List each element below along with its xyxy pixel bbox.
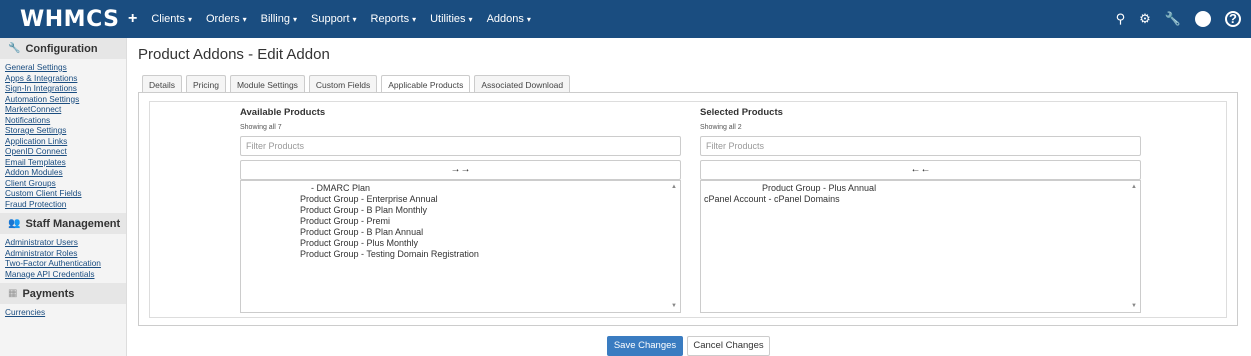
help-icon[interactable]: ?: [1225, 11, 1241, 27]
users-icon: 👥: [8, 218, 21, 229]
tab-panel: Available Products Showing all 7 Filter …: [138, 92, 1238, 326]
scroll-down-icon[interactable]: ▼: [671, 303, 677, 309]
sidebar-section-staff-management: 👥 Staff Management: [0, 213, 126, 234]
available-products-list[interactable]: - DMARC Plan Product Group - Enterprise …: [240, 180, 681, 313]
sidebar-section-payments: ▦ Payments: [0, 283, 126, 304]
nav-billing[interactable]: Billing ▾: [261, 13, 297, 25]
list-item[interactable]: Product Group - Enterprise Annual: [241, 194, 680, 205]
available-filter-input[interactable]: Filter Products: [240, 136, 681, 156]
sidebar-link[interactable]: Automation Settings: [5, 94, 121, 105]
tab-associated-download[interactable]: Associated Download: [474, 75, 571, 92]
list-item[interactable]: cPanel Account - cPanel Domains: [701, 194, 1140, 205]
scroll-up-icon[interactable]: ▲: [671, 184, 677, 190]
list-item[interactable]: Product Group - Premi: [241, 216, 680, 227]
available-showing-count: Showing all 7: [240, 124, 282, 131]
gear-icon[interactable]: ⚙: [1139, 11, 1151, 27]
sidebar: 🔧 Configuration General Settings Apps & I…: [0, 38, 127, 356]
sidebar-link[interactable]: Custom Client Fields: [5, 188, 121, 199]
save-changes-button[interactable]: Save Changes: [607, 336, 683, 356]
main-content: Product Addons - Edit Addon Details Pric…: [138, 38, 1243, 326]
sidebar-link[interactable]: Storage Settings: [5, 125, 121, 136]
whmcs-logo[interactable]: WHMCS: [0, 7, 128, 32]
list-item[interactable]: Product Group - Plus Monthly: [241, 238, 680, 249]
tab-custom-fields[interactable]: Custom Fields: [308, 75, 378, 92]
selected-products-list[interactable]: Product Group - Plus Annual cPanel Accou…: [700, 180, 1141, 313]
search-icon[interactable]: ⚲: [1116, 11, 1126, 27]
wrench-icon[interactable]: 🔧: [1165, 11, 1181, 27]
sidebar-link[interactable]: Fraud Protection: [5, 199, 121, 210]
sidebar-section-configuration: 🔧 Configuration: [0, 38, 126, 59]
nav-reports[interactable]: Reports ▾: [371, 13, 417, 25]
tab-applicable-products[interactable]: Applicable Products: [381, 75, 471, 93]
sidebar-link[interactable]: Manage API Credentials: [5, 269, 121, 280]
configuration-links: General Settings Apps & Integrations Sig…: [0, 59, 126, 213]
tab-bar: Details Pricing Module Settings Custom F…: [142, 75, 571, 93]
chevron-down-icon: ▾: [242, 15, 247, 24]
page-title: Product Addons - Edit Addon: [138, 46, 330, 63]
chevron-down-icon: ▾: [352, 15, 357, 24]
nav-clients[interactable]: Clients ▾: [151, 13, 192, 25]
selected-products-title: Selected Products: [700, 107, 783, 118]
sidebar-link[interactable]: Sign-In Integrations: [5, 83, 121, 94]
products-selector: Available Products Showing all 7 Filter …: [149, 101, 1227, 318]
chevron-down-icon: ▾: [526, 15, 531, 24]
chevron-down-icon: ▾: [187, 15, 192, 24]
topbar-right-icons: ⚲ ⚙ 🔧 ?: [1116, 0, 1241, 38]
move-to-available-button[interactable]: ←←: [700, 160, 1141, 180]
list-item[interactable]: Product Group - Plus Annual: [701, 183, 1140, 194]
scroll-down-icon[interactable]: ▼: [1131, 303, 1137, 309]
move-to-selected-button[interactable]: →→: [240, 160, 681, 180]
list-item[interactable]: Product Group - B Plan Annual: [241, 227, 680, 238]
cancel-changes-button[interactable]: Cancel Changes: [687, 336, 770, 356]
sidebar-link[interactable]: Application Links: [5, 136, 121, 147]
tab-details[interactable]: Details: [142, 75, 182, 92]
sidebar-link[interactable]: General Settings: [5, 62, 121, 73]
selected-filter-input[interactable]: Filter Products: [700, 136, 1141, 156]
nav-addons[interactable]: Addons ▾: [487, 13, 531, 25]
list-item[interactable]: Product Group - B Plan Monthly: [241, 205, 680, 216]
top-navbar: WHMCS + Clients ▾ Orders ▾ Billing ▾ Suppor…: [0, 0, 1251, 38]
sidebar-link[interactable]: Notifications: [5, 115, 121, 126]
sidebar-link[interactable]: Apps & Integrations: [5, 73, 121, 84]
sidebar-link[interactable]: Client Groups: [5, 178, 121, 189]
user-avatar-icon[interactable]: [1195, 11, 1211, 27]
sidebar-link[interactable]: Administrator Roles: [5, 248, 121, 259]
sidebar-link[interactable]: Addon Modules: [5, 167, 121, 178]
payments-links: Currencies: [0, 304, 126, 322]
tab-module-settings[interactable]: Module Settings: [229, 75, 305, 92]
list-item[interactable]: Product Group - Testing Domain Registrat…: [241, 249, 680, 260]
nav-orders[interactable]: Orders ▾: [206, 13, 247, 25]
staff-management-links: Administrator Users Administrator Roles …: [0, 234, 126, 283]
available-products-title: Available Products: [240, 107, 326, 118]
nav-utilities[interactable]: Utilities ▾: [430, 13, 472, 25]
tab-pricing[interactable]: Pricing: [185, 75, 226, 92]
money-icon: ▦: [8, 288, 18, 299]
quick-add-button[interactable]: +: [128, 10, 137, 28]
nav-support[interactable]: Support ▾: [311, 13, 357, 25]
sidebar-link[interactable]: MarketConnect: [5, 104, 121, 115]
scroll-up-icon[interactable]: ▲: [1131, 184, 1137, 190]
sidebar-link[interactable]: Currencies: [5, 307, 121, 318]
sidebar-link[interactable]: Two-Factor Authentication: [5, 258, 121, 269]
sidebar-link[interactable]: OpenID Connect: [5, 146, 121, 157]
selected-showing-count: Showing all 2: [700, 124, 742, 131]
list-item[interactable]: - DMARC Plan: [241, 183, 680, 194]
wrench-icon: 🔧: [8, 43, 21, 54]
chevron-down-icon: ▾: [292, 15, 297, 24]
sidebar-link[interactable]: Email Templates: [5, 157, 121, 168]
chevron-down-icon: ▾: [412, 15, 417, 24]
chevron-down-icon: ▾: [468, 15, 473, 24]
sidebar-link[interactable]: Administrator Users: [5, 237, 121, 248]
